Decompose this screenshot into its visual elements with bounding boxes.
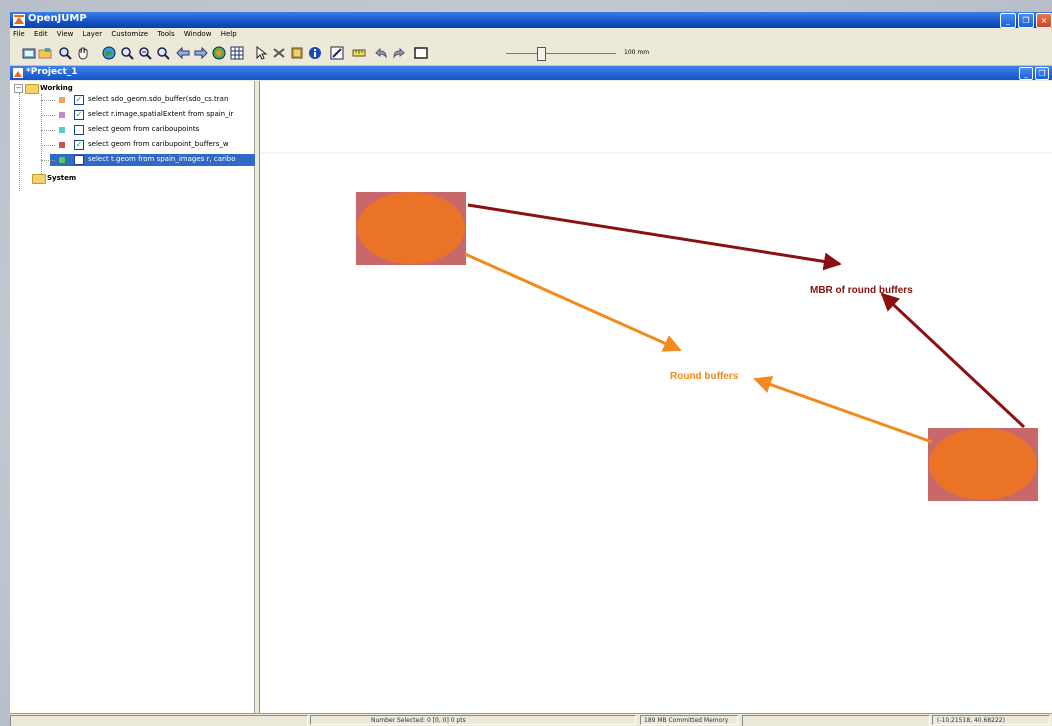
mbr-arrow: [467, 203, 842, 271]
maximize-icon[interactable]: ❐: [1018, 13, 1034, 28]
menu-customize[interactable]: Customize: [108, 28, 152, 38]
layer-tree-panel: − Working ✓ select sdo_geom.sdo_buffer(s…: [10, 81, 256, 713]
zoom-icon[interactable]: [58, 46, 72, 60]
layer-label: select geom from caribupoint_buffers_w: [88, 140, 229, 148]
menu-edit[interactable]: Edit: [31, 28, 52, 38]
layer-label: select t.geom from spain_images r, carib…: [88, 155, 236, 163]
info-icon[interactable]: [308, 46, 322, 60]
layer-item[interactable]: ✓ select r.image.spatialExtent from spai…: [41, 109, 256, 121]
menu-layer[interactable]: Layer: [80, 28, 107, 38]
layer-visibility-checkbox[interactable]: ✓: [74, 110, 84, 120]
layer-item[interactable]: select geom from cariboupoints: [41, 124, 256, 136]
project-frame-titlebar[interactable]: *Project_1 _ ❐: [10, 66, 1052, 80]
category-system[interactable]: System: [47, 174, 76, 182]
layer-label: select sdo_geom.sdo_buffer(sdo_cs.tran: [88, 95, 229, 103]
zoom-scale-label: 100 mm: [624, 49, 650, 56]
app-window: OpenJUMP _ ❐ × File Edit View Layer Cust…: [10, 12, 1052, 726]
openjump-logo-icon: [13, 14, 25, 26]
window-controls: _ ❐ ×: [1000, 13, 1052, 28]
round-buffer[interactable]: [357, 192, 465, 264]
undo-icon[interactable]: [374, 46, 388, 60]
zoom-in-icon[interactable]: [120, 46, 134, 60]
zoom-slider-track[interactable]: [506, 53, 616, 54]
open-icon[interactable]: [38, 46, 52, 60]
title-bar[interactable]: OpenJUMP _ ❐ ×: [10, 12, 1052, 28]
feature-info-icon[interactable]: [290, 46, 304, 60]
grid-icon[interactable]: [230, 46, 244, 60]
minimize-icon[interactable]: _: [1019, 67, 1033, 80]
close-icon[interactable]: ×: [1036, 13, 1052, 28]
collapse-icon[interactable]: −: [14, 84, 23, 93]
menu-window[interactable]: Window: [181, 28, 216, 38]
layer-item[interactable]: ✓ select geom from caribupoint_buffers_w: [41, 139, 256, 151]
minimize-icon[interactable]: _: [1000, 13, 1016, 28]
edit-icon[interactable]: [330, 46, 344, 60]
project-frame-controls: _ ❐: [1019, 67, 1049, 80]
round-buffer-arrow: [753, 375, 933, 444]
layer-color-swatch: [59, 142, 65, 148]
menu-file[interactable]: File: [10, 28, 29, 38]
layer-item-selected[interactable]: select t.geom from spain_images r, carib…: [41, 154, 256, 166]
pan-icon[interactable]: [76, 46, 90, 60]
folder-icon: [32, 174, 46, 184]
map-canvas[interactable]: MBR of round buffers Round buffers: [260, 81, 1052, 713]
select-icon[interactable]: [254, 46, 268, 60]
folder-open-icon: [25, 84, 39, 94]
new-project-icon[interactable]: [22, 46, 36, 60]
project-title: *Project_1: [26, 67, 78, 77]
layer-color-swatch: [59, 97, 65, 103]
memory-status: 189 MB Committed Memory: [640, 715, 738, 725]
zoom-next-icon[interactable]: [194, 46, 208, 60]
zoom-to-layer-icon[interactable]: [212, 46, 226, 60]
rectangle-icon[interactable]: [414, 46, 428, 60]
layer-color-swatch: [59, 127, 65, 133]
status-message: [10, 715, 308, 726]
selection-status: Number Selected: 0 [0, 0] 0 pts: [310, 715, 636, 725]
category-working[interactable]: Working: [40, 84, 73, 92]
layer-label: select r.image.spatialExtent from spain_…: [88, 110, 234, 118]
status-spacer: [742, 715, 930, 726]
status-bar: Number Selected: 0 [0, 0] 0 pts 189 MB C…: [10, 713, 1052, 726]
layer-visibility-checkbox[interactable]: ✓: [74, 140, 84, 150]
layer-color-swatch: [59, 112, 65, 118]
mbr-arrow: [880, 292, 1026, 429]
menu-tools[interactable]: Tools: [154, 28, 178, 38]
layer-visibility-checkbox[interactable]: [74, 155, 84, 165]
round-buffer-arrow: [464, 252, 682, 352]
layer-item[interactable]: ✓ select sdo_geom.sdo_buffer(sdo_cs.tran: [41, 94, 256, 106]
window-title: OpenJUMP: [28, 13, 87, 24]
mbr-annotation: MBR of round buffers: [810, 285, 913, 296]
round-buffers-annotation: Round buffers: [670, 371, 739, 382]
layer-color-swatch: [59, 157, 65, 163]
menu-bar: File Edit View Layer Customize Tools Win…: [10, 28, 1052, 41]
redo-icon[interactable]: [392, 46, 406, 60]
zoom-full-icon[interactable]: [102, 46, 116, 60]
zoom-slider-handle[interactable]: [537, 47, 546, 61]
tree-line: [19, 93, 20, 191]
project-icon: [13, 68, 23, 78]
delete-icon[interactable]: [272, 46, 286, 60]
zoom-to-selected-icon[interactable]: [156, 46, 170, 60]
map-view[interactable]: MBR of round buffers Round buffers: [260, 81, 1052, 713]
coordinate-readout: (-10.21518, 40.68222): [932, 715, 1050, 725]
tree-line: [41, 94, 42, 182]
maximize-icon[interactable]: ❐: [1035, 67, 1049, 80]
zoom-previous-icon[interactable]: [176, 46, 190, 60]
layer-visibility-checkbox[interactable]: ✓: [74, 95, 84, 105]
menu-help[interactable]: Help: [218, 28, 241, 38]
menu-view[interactable]: View: [54, 28, 78, 38]
round-buffer[interactable]: [929, 428, 1037, 500]
layer-visibility-checkbox[interactable]: [74, 125, 84, 135]
toolbar: 100 mm: [10, 41, 1052, 66]
zoom-out-icon[interactable]: [138, 46, 152, 60]
measure-icon[interactable]: [352, 46, 366, 60]
layer-label: select geom from cariboupoints: [88, 125, 200, 133]
